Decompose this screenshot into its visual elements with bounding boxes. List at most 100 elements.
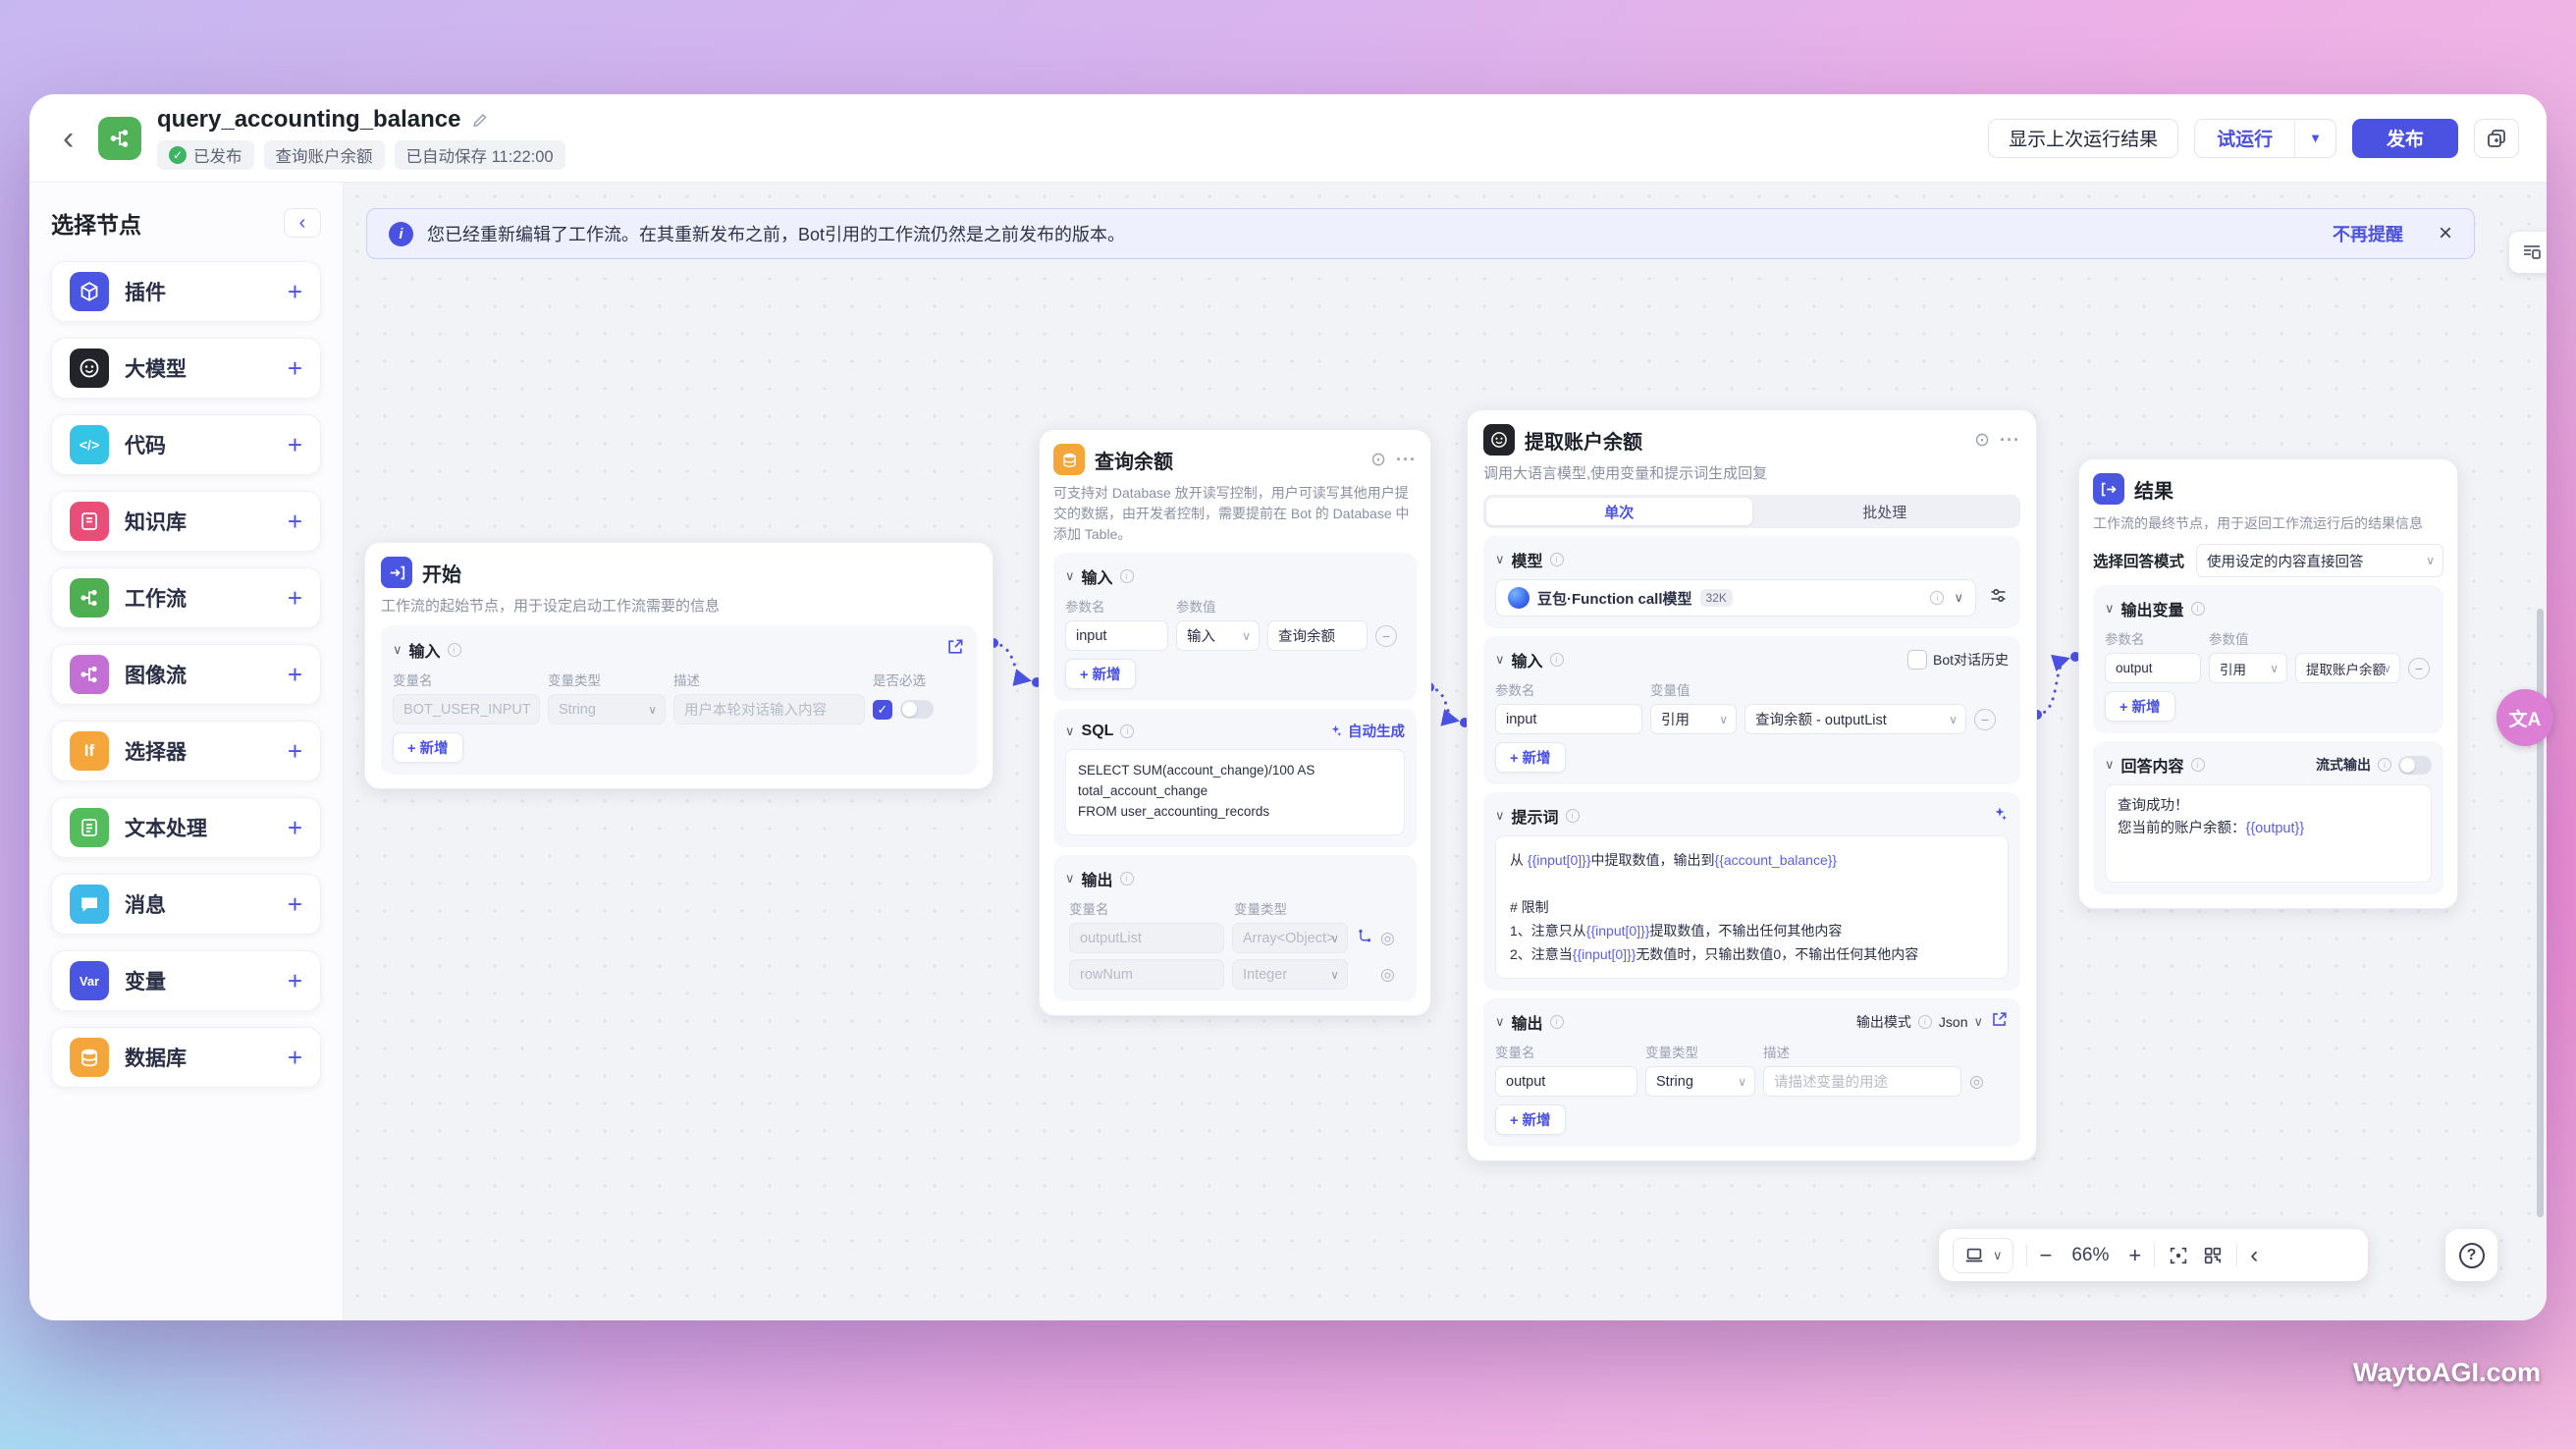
import-params-icon[interactable] <box>945 637 965 662</box>
test-run-split-button[interactable]: 试运行 ▼ <box>2194 119 2336 158</box>
required-checkbox[interactable]: ✓ <box>873 700 892 720</box>
back-icon[interactable]: ‹ <box>63 122 98 155</box>
sidebar-item-knowledge[interactable]: 知识库+ <box>51 491 321 552</box>
output-type-select[interactable]: String <box>1645 1066 1755 1097</box>
param-mode-select[interactable]: 输入 <box>1176 620 1260 651</box>
sidebar-item-imageflow[interactable]: 图像流+ <box>51 644 321 705</box>
output-settings-icon[interactable]: ◎ <box>1380 965 1395 985</box>
add-knowledge-icon[interactable]: + <box>288 507 302 537</box>
prompt-optimize-icon[interactable] <box>1991 805 2009 828</box>
dont-remind-link[interactable]: 不再提醒 <box>2333 221 2403 246</box>
variable-desc-field[interactable]: 用户本轮对话输入内容 <box>673 694 865 724</box>
reply-content-editor[interactable]: 查询成功！ 您当前的账户余额：{{output}} <box>2105 784 2432 883</box>
add-variable-icon[interactable]: + <box>288 966 302 996</box>
required-toggle[interactable] <box>900 700 934 719</box>
test-run-dropdown[interactable]: ▼ <box>2294 120 2335 157</box>
run-node-icon[interactable]: ⊙ <box>1974 429 1990 452</box>
add-workflow-icon[interactable]: + <box>288 583 302 614</box>
add-child-field-icon[interactable] <box>1356 928 1372 949</box>
param-name-field[interactable]: input <box>1495 704 1642 734</box>
output-name-field[interactable]: outputList <box>1069 923 1224 953</box>
node-extract-balance[interactable]: 提取账户余额 ⊙ ··· 调用大语言模型,使用变量和提示词生成回复 单次 批处理… <box>1467 409 2037 1161</box>
collapse-section-icon[interactable]: ∨ <box>2105 601 2115 617</box>
sidebar-item-plugin[interactable]: 插件+ <box>51 261 321 322</box>
fit-view-icon[interactable] <box>2168 1245 2189 1266</box>
model-select[interactable]: 豆包·Function call模型 32K i ∨ <box>1495 579 1976 617</box>
add-imageflow-icon[interactable]: + <box>288 660 302 690</box>
output-settings-icon[interactable]: ◎ <box>1969 1072 1984 1092</box>
translate-tab[interactable]: 文A <box>2496 689 2553 746</box>
sidebar-collapse-button[interactable]: ‹ <box>284 208 321 238</box>
sidebar-item-text[interactable]: 文本处理+ <box>51 797 321 858</box>
history-button[interactable] <box>2474 119 2519 158</box>
bot-history-option[interactable]: Bot对话历史 <box>1907 650 2009 670</box>
tab-single[interactable]: 单次 <box>1486 498 1752 525</box>
output-settings-icon[interactable]: ◎ <box>1380 929 1395 948</box>
stream-output-toggle[interactable] <box>2398 756 2432 775</box>
collapse-section-icon[interactable]: ∨ <box>1065 724 1075 739</box>
sidebar-item-message[interactable]: 消息+ <box>51 874 321 935</box>
sidebar-item-database[interactable]: 数据库+ <box>51 1027 321 1088</box>
answer-mode-select[interactable]: 使用设定的内容直接回答 <box>2196 544 2443 577</box>
sidebar-item-llm[interactable]: 大模型+ <box>51 338 321 399</box>
collapse-toolbar-icon[interactable]: ‹ <box>2250 1242 2258 1269</box>
output-mode-select[interactable]: Json∨ <box>1939 1014 1983 1030</box>
node-query-balance[interactable]: 查询余额 ⊙ ··· 可支持对 Database 放开读写控制，用户可读写其他用… <box>1039 429 1431 1016</box>
collapse-section-icon[interactable]: ∨ <box>2105 757 2115 773</box>
add-param-button[interactable]: + 新增 <box>2105 691 2175 722</box>
add-param-button[interactable]: + 新增 <box>1065 659 1136 689</box>
collapse-section-icon[interactable]: ∨ <box>1495 552 1505 567</box>
param-mode-select[interactable]: 引用 <box>2209 653 2287 683</box>
output-name-field[interactable]: rowNum <box>1069 959 1224 990</box>
param-ref-select[interactable]: 查询余额 - outputList <box>1744 704 1966 734</box>
sidebar-item-variable[interactable]: Var 变量+ <box>51 950 321 1011</box>
test-run-button[interactable]: 试运行 <box>2195 120 2294 157</box>
variable-name-field[interactable]: BOT_USER_INPUT <box>393 694 540 724</box>
device-view-select[interactable]: ∨ <box>1953 1238 2013 1273</box>
show-last-run-button[interactable]: 显示上次运行结果 <box>1988 119 2178 158</box>
collapse-section-icon[interactable]: ∨ <box>1065 568 1075 584</box>
bot-history-checkbox[interactable] <box>1907 650 1927 670</box>
add-output-button[interactable]: + 新增 <box>1495 1104 1566 1135</box>
add-param-button[interactable]: + 新增 <box>1495 742 1566 773</box>
zoom-level[interactable]: 66% <box>2065 1245 2116 1266</box>
auto-generate-button[interactable]: 自动生成 <box>1328 721 1405 741</box>
add-variable-button[interactable]: + 新增 <box>393 732 463 763</box>
publish-button[interactable]: 发布 <box>2352 119 2458 158</box>
prompt-editor[interactable]: 从 {{input[0]}}中提取数值，输出到{{account_balance… <box>1495 835 2009 979</box>
add-database-icon[interactable]: + <box>288 1043 302 1073</box>
param-ref-select[interactable]: 提取账户余额 <box>2295 653 2400 683</box>
tab-batch[interactable]: 批处理 <box>1752 498 2018 525</box>
import-params-icon[interactable] <box>1990 1010 2009 1034</box>
collapse-section-icon[interactable]: ∨ <box>1495 652 1505 668</box>
model-settings-icon[interactable] <box>1988 585 2009 611</box>
param-mode-select[interactable]: 引用 <box>1650 704 1737 734</box>
param-name-field[interactable]: input <box>1065 620 1168 651</box>
more-menu-icon[interactable]: ··· <box>2000 430 2020 451</box>
add-llm-icon[interactable]: + <box>288 353 302 384</box>
workflow-canvas[interactable]: i 您已经重新编辑了工作流。在其重新发布之前，Bot引用的工作流仍然是之前发布的… <box>344 183 2547 1320</box>
collapse-section-icon[interactable]: ∨ <box>393 642 402 658</box>
output-type-select[interactable]: Integer <box>1232 959 1348 990</box>
sidebar-item-selector[interactable]: If 选择器+ <box>51 721 321 781</box>
add-plugin-icon[interactable]: + <box>288 277 302 307</box>
variable-type-select[interactable]: String <box>548 694 666 724</box>
add-selector-icon[interactable]: + <box>288 736 302 767</box>
help-button[interactable]: ? <box>2445 1229 2497 1281</box>
add-text-icon[interactable]: + <box>288 813 302 843</box>
add-message-icon[interactable]: + <box>288 889 302 920</box>
add-code-icon[interactable]: + <box>288 430 302 460</box>
remove-param-icon[interactable]: − <box>1375 625 1397 647</box>
remove-param-icon[interactable]: − <box>2408 658 2430 679</box>
zoom-out-button[interactable]: − <box>2040 1243 2053 1268</box>
zoom-in-button[interactable]: + <box>2128 1243 2141 1268</box>
sidebar-item-code[interactable]: </> 代码+ <box>51 414 321 475</box>
node-start[interactable]: 开始 工作流的起始节点，用于设定启动工作流需要的信息 ∨ 输入 i 变量名 变量… <box>364 542 993 789</box>
run-log-panel-button[interactable] <box>2509 232 2547 273</box>
collapse-section-icon[interactable]: ∨ <box>1495 808 1505 824</box>
output-type-select[interactable]: Array<Object> <box>1232 923 1348 953</box>
edit-title-icon[interactable] <box>470 110 490 130</box>
banner-close-icon[interactable]: × <box>2439 222 2452 245</box>
output-desc-field[interactable]: 请描述变量的用途 <box>1763 1066 1961 1097</box>
node-result[interactable]: 结果 工作流的最终节点，用于返回工作流运行后的结果信息 选择回答模式 使用设定的… <box>2078 458 2458 909</box>
